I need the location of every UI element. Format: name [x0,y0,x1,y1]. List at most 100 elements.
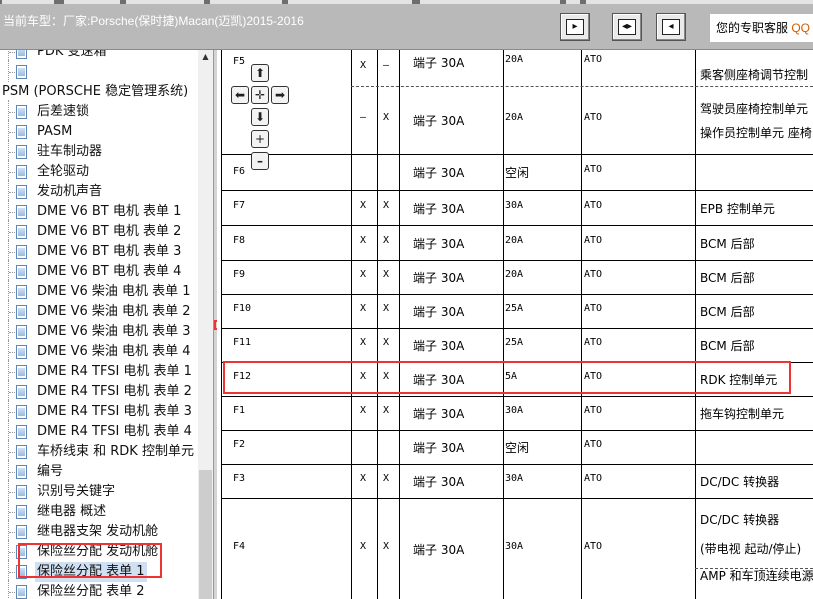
table-vline [399,50,400,599]
cell-desc: 拖车钩控制单元 [700,407,785,421]
zoom-controls: ⬆ ⬅ ✛ ➡ ⬇ + – [231,64,291,174]
tree-connector [8,480,9,502]
tab[interactable] [420,0,560,4]
tab[interactable] [2,0,54,4]
cell-c1: — [360,112,367,123]
tree-item[interactable]: 继电器支架 发动机舱 [0,520,198,542]
arrow-left-icon: ◂ [662,19,680,35]
table-vline [351,50,352,599]
prev-page-button[interactable]: ▸ [560,13,590,41]
fuse-table-view: F5 X — 端子 30A 20A ATO 乘客侧座椅调节控制 — X 端子 30A 20A ATO 驾… [217,50,813,599]
cell-fuse: F10 [233,303,252,314]
sidebar-scrollbar[interactable]: ▲ [198,50,213,599]
tree-item[interactable]: 识别号关键字 [0,480,198,502]
tree-item-label: 识别号关键字 [37,484,116,499]
table-hline [221,154,813,155]
tree-item[interactable]: DME V6 BT 电机 表单 4 [0,260,198,282]
tree-connector [8,540,9,562]
cell-type: ATO [584,337,603,348]
tree-item[interactable]: DME V6 柴油 电机 表单 3 [0,320,198,342]
tree-connector [8,560,9,582]
tab[interactable] [566,0,580,4]
cell-c2: X [383,303,390,314]
tree-item[interactable]: PDK 变速箱 [0,50,198,62]
qq-label: QQ [791,21,811,35]
tree-item[interactable]: PASM [0,120,198,142]
tree-item[interactable]: DME R4 TFSI 电机 表单 2 [0,380,198,402]
tab[interactable] [586,0,813,4]
table-vline [581,50,582,599]
cell-c1: X [360,405,367,416]
table-hline [221,498,813,499]
tree-item[interactable]: DME R4 TFSI 电机 表单 1 [0,360,198,382]
tree-item[interactable]: DME V6 柴油 电机 表单 4 [0,340,198,362]
pan-center-button[interactable]: ✛ [251,86,269,104]
tree-connector [8,160,9,182]
sidebar-highlight-box [18,543,162,578]
tree-connector [8,380,9,402]
cell-amp: 30A [505,199,524,211]
cell-c2: X [383,234,390,246]
tree-item[interactable]: 驻车制动器 [0,140,198,162]
tab[interactable] [126,0,204,4]
tab[interactable] [288,0,412,4]
scroll-thumb[interactable] [199,470,212,599]
arrow-right-icon: ▸ [566,19,584,35]
document-icon [16,285,27,299]
zoom-out-button[interactable]: – [251,152,269,170]
vehicle-label: 当前车型：厂家:Porsche(保时捷)Macan(迈凯)2015-2016 [3,14,304,28]
service-text: 您的专职客服 QQ [716,21,811,35]
cell-type: ATO [584,234,603,246]
pan-down-button[interactable]: ⬇ [251,108,269,126]
tree-item[interactable]: 全轮驱动 [0,160,198,182]
tree-item[interactable]: DME V6 柴油 电机 表单 2 [0,300,198,322]
cell-terminal: 端子 30A [413,475,465,489]
tab[interactable] [210,0,282,4]
document-icon [16,185,27,199]
tree-item[interactable] [0,60,198,82]
tree-item[interactable]: DME V6 BT 电机 表单 3 [0,240,198,262]
top-toolbar: 当前车型：厂家:Porsche(保时捷)Macan(迈凯)2015-2016 ▸… [0,0,813,50]
tree-item[interactable]: PSM (PORSCHE 稳定管理系统) [0,82,198,102]
pan-right-button[interactable]: ➡ [271,86,289,104]
tree-item[interactable]: 保险丝分配 表单 2 [0,580,198,599]
tab[interactable] [64,0,120,4]
tree-item[interactable]: DME V6 BT 电机 表单 2 [0,220,198,242]
tree-item-label: DME R4 TFSI 电机 表单 3 [37,404,192,419]
document-icon [16,365,27,379]
table-vline [377,50,378,599]
tree-connector [8,260,9,282]
tree-item[interactable]: DME R4 TFSI 电机 表单 3 [0,400,198,422]
tree-item[interactable]: 后差速锁 [0,100,198,122]
scroll-up-icon[interactable]: ▲ [198,52,213,66]
next-page-button[interactable]: ◂ [656,13,686,41]
tree-connector [8,500,9,522]
tree-item[interactable]: 继电器 概述 [0,500,198,522]
cell-c2: X [383,269,390,280]
cell-desc: BCM 后部 [700,271,755,285]
cell-c2: X [383,112,390,123]
tree-item[interactable]: DME V6 柴油 电机 表单 1 [0,280,198,302]
tree-connector [8,240,9,262]
cell-fuse: F3 [233,473,246,484]
document-icon [16,165,27,179]
tree-item[interactable]: 编号 [0,460,198,482]
tree-item[interactable]: DME R4 TFSI 电机 表单 4 [0,420,198,442]
zoom-in-button[interactable]: + [251,130,269,148]
fit-page-button[interactable]: ◂▸ [612,13,642,41]
customer-service-link[interactable]: 您的专职客服 QQ [710,14,813,42]
cell-amp: 20A [505,54,524,65]
cell-amp: 20A [505,112,524,123]
document-icon [16,405,27,419]
cell-desc: BCM 后部 [700,305,755,319]
pan-left-button[interactable]: ⬅ [231,86,249,104]
cell-amp: 20A [505,234,524,246]
cell-desc: BCM 后部 [700,339,755,353]
tree-connector [8,140,9,162]
pan-up-button[interactable]: ⬆ [251,64,269,82]
tree-item[interactable]: 车桥线束 和 RDK 控制单元 [0,440,198,462]
tree-connector [8,320,9,342]
tree-item[interactable]: 发动机声音 [0,180,198,202]
tree-item[interactable]: DME V6 BT 电机 表单 1 [0,200,198,222]
tree-item-label: DME V6 柴油 电机 表单 1 [37,284,191,299]
